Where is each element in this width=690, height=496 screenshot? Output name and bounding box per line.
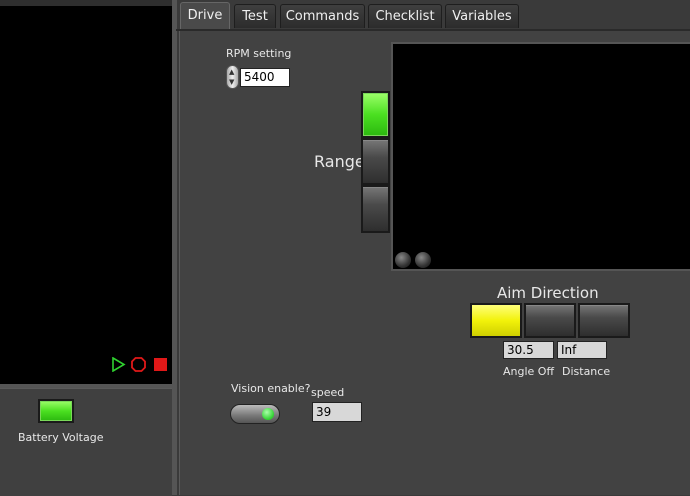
tab-test[interactable]: Test [234,4,276,28]
angle-off-indicator: 30.5 [503,341,554,359]
camera-knob-1[interactable] [395,252,411,268]
abort-icon[interactable] [131,357,146,372]
battery-voltage-label: Battery Voltage [18,431,104,444]
left-video-display [0,6,175,384]
range-led-3 [361,185,390,233]
range-led-1 [361,91,390,138]
vision-enable-toggle[interactable] [230,404,280,424]
camera-display [391,42,690,271]
aim-direction-title: Aim Direction [497,284,599,302]
tab-checklist[interactable]: Checklist [368,4,442,28]
aim-led-left [470,303,522,338]
aim-led-center [524,303,576,338]
speed-indicator: 39 [312,402,362,422]
vision-enable-label: Vision enable? [231,382,311,395]
tab-commands[interactable]: Commands [280,4,365,28]
range-led-2 [361,138,390,185]
stop-icon[interactable] [153,357,168,372]
tab-variables[interactable]: Variables [445,4,519,28]
range-label: Range [314,152,365,171]
play-icon[interactable] [111,357,126,372]
aim-led-right [578,303,630,338]
battery-voltage-led [38,399,74,423]
distance-label: Distance [562,365,611,378]
rpm-increment-decrement[interactable]: ▲ ▼ [226,65,239,89]
distance-indicator: Inf [557,341,607,359]
rpm-setting-label: RPM setting [226,47,292,60]
tab-drive[interactable]: Drive [180,2,230,29]
panel-divider[interactable] [172,0,177,495]
toggle-light-icon [262,408,274,420]
angle-off-label: Angle Off [503,365,555,378]
increment-arrow-icon[interactable]: ▲ [229,69,234,76]
rpm-setting-input[interactable]: 5400 [240,68,290,87]
camera-knob-2[interactable] [415,252,431,268]
speed-label: speed [311,386,345,399]
decrement-arrow-icon[interactable]: ▼ [229,79,234,86]
